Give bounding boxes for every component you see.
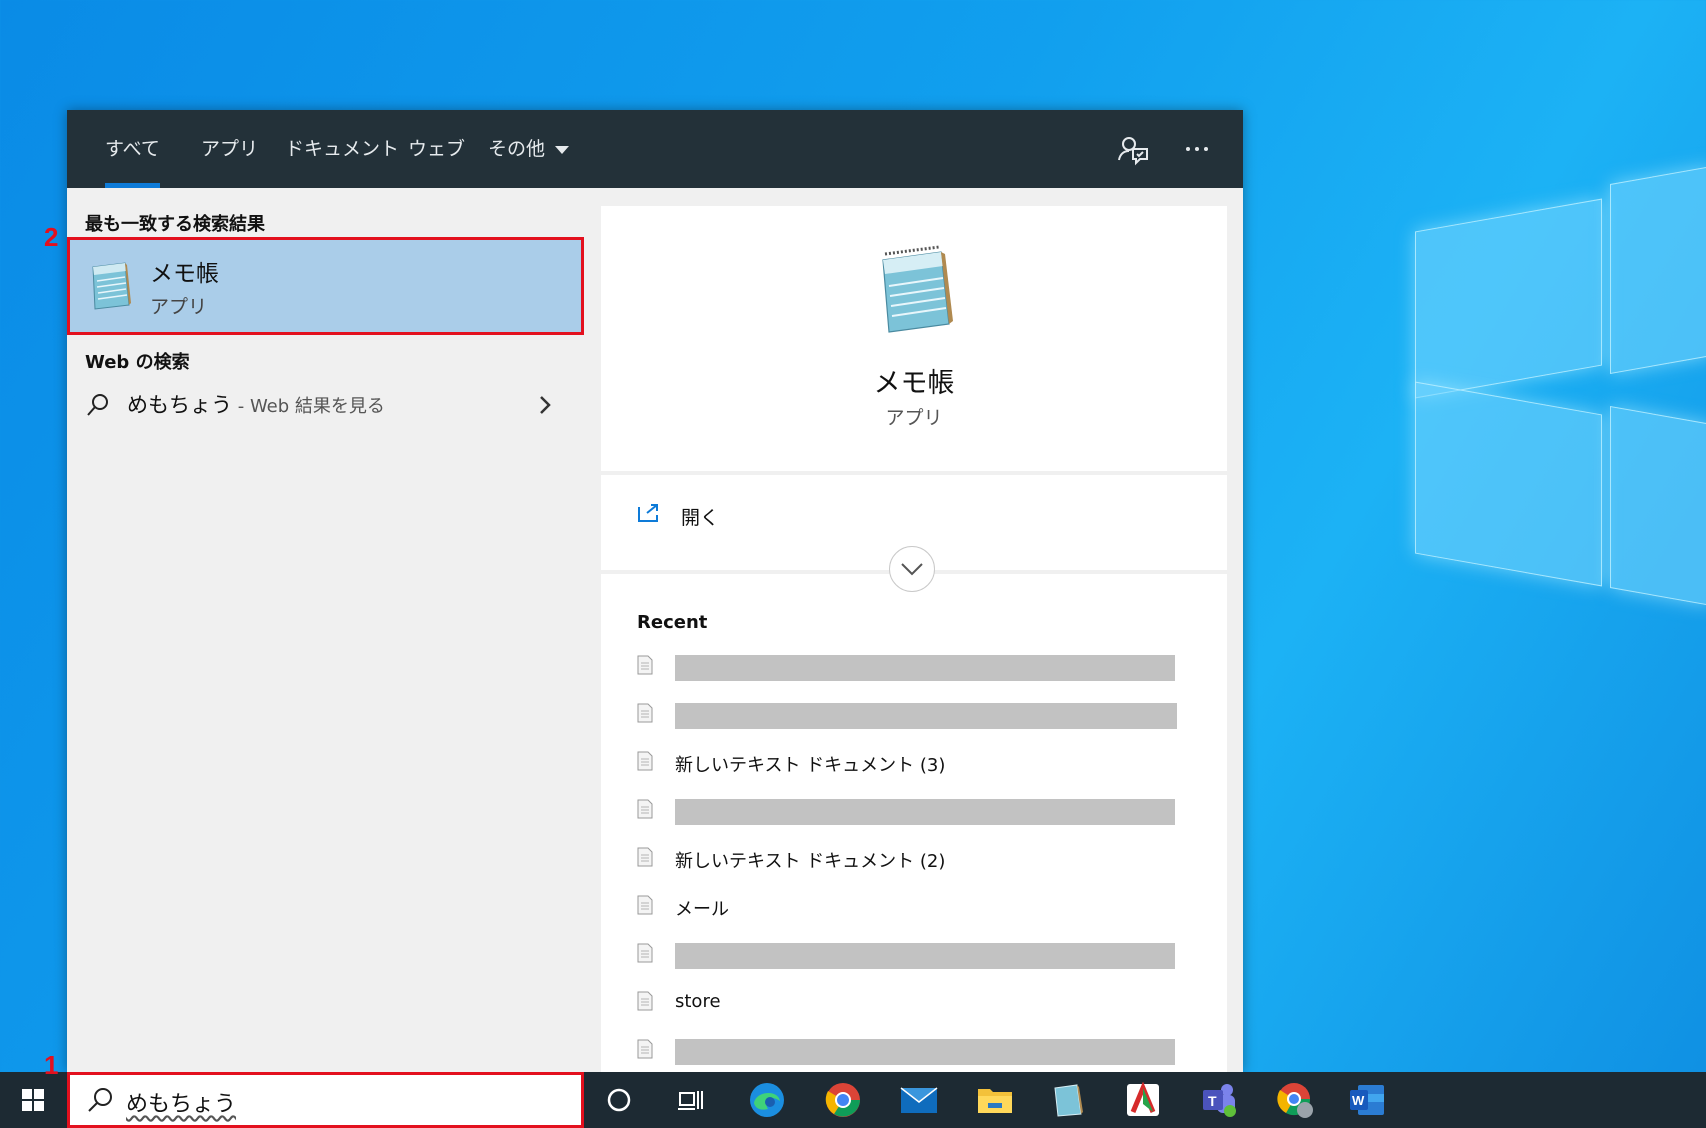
file-icon [637, 655, 653, 675]
web-query-text: めもちょう [127, 393, 232, 417]
recent-file-item[interactable] [637, 797, 1197, 827]
step-marker-1: 1 [44, 1050, 59, 1080]
chrome-profile-icon[interactable] [1262, 1072, 1328, 1128]
recent-file-name: メール [675, 899, 729, 920]
redacted-file-name [675, 655, 1175, 681]
file-icon [637, 847, 653, 867]
tab-more[interactable]: その他 [488, 110, 570, 188]
recent-file-name: store [675, 991, 721, 1012]
file-icon [637, 895, 653, 915]
teams-icon[interactable]: T [1186, 1072, 1252, 1128]
svg-text:W: W [1352, 1093, 1365, 1108]
preview-app-name: メモ帳 [873, 368, 955, 399]
file-icon [637, 1039, 653, 1059]
file-icon [637, 751, 653, 771]
open-label: 開く [681, 507, 720, 529]
step-marker-2: 2 [44, 222, 59, 252]
web-results-suffix: - Web 結果を見る [232, 396, 385, 417]
edge-icon[interactable] [734, 1072, 800, 1128]
app-preview-card: メモ帳 アプリ [601, 206, 1227, 471]
chevron-right-icon [540, 396, 551, 414]
web-search-heading: Web の検索 [85, 352, 190, 373]
redacted-file-name [675, 799, 1175, 825]
redacted-file-name [675, 1039, 1175, 1065]
redacted-file-name [675, 703, 1177, 729]
file-icon [637, 991, 653, 1011]
word-icon[interactable]: W [1334, 1072, 1400, 1128]
tab-web[interactable]: ウェブ [408, 110, 465, 188]
highlight-box-search [67, 1072, 584, 1128]
recent-heading: Recent [637, 612, 708, 633]
preview-app-type: アプリ [885, 407, 943, 429]
recent-file-item[interactable] [637, 941, 1197, 971]
search-filter-bar: すべて アプリ ドキュメント ウェブ その他 [67, 110, 1243, 188]
recent-file-name: 新しいテキスト ドキュメント (3) [675, 755, 946, 776]
recent-files-card: Recent 新しいテキスト ドキュメント (3) 新しいテキスト ドキュメント … [601, 574, 1227, 1072]
open-button[interactable]: 開く [631, 495, 931, 535]
file-icon [637, 943, 653, 963]
chevron-down-icon [901, 563, 923, 576]
best-match-heading: 最も一致する検索結果 [85, 214, 265, 235]
chevron-down-icon [555, 145, 570, 154]
recent-file-item[interactable] [637, 701, 1197, 731]
search-icon [87, 394, 108, 416]
notepad-large-icon [882, 245, 953, 333]
more-options-icon[interactable] [1180, 132, 1214, 166]
preview-pane: メモ帳 アプリ 開く Recent 新しいテキスト ドキュメント (3) 新しいテ… [601, 206, 1227, 1072]
chrome-icon[interactable] [810, 1072, 876, 1128]
highlight-box-best-match [67, 237, 584, 335]
recent-file-name: 新しいテキスト ドキュメント (2) [675, 851, 946, 872]
tab-documents[interactable]: ドキュメント [285, 110, 399, 188]
redacted-file-name [675, 943, 1175, 969]
recent-file-item[interactable]: store [637, 989, 1197, 1019]
file-icon [637, 799, 653, 819]
recent-file-item[interactable] [637, 653, 1197, 683]
task-view-icon[interactable] [658, 1072, 724, 1128]
file-icon [637, 703, 653, 723]
web-search-result[interactable]: めもちょう - Web 結果を見る [67, 376, 583, 432]
file-explorer-icon[interactable] [962, 1072, 1028, 1128]
recent-file-item[interactable]: 新しいテキスト ドキュメント (2) [637, 845, 1197, 875]
svg-text:T: T [1208, 1093, 1217, 1109]
cortana-icon[interactable] [586, 1072, 652, 1128]
open-icon [638, 504, 658, 522]
recent-file-item[interactable]: メール [637, 893, 1197, 923]
recent-file-item[interactable]: 新しいテキスト ドキュメント (3) [637, 749, 1197, 779]
wallpaper-windows-logo [1415, 166, 1706, 606]
tab-all[interactable]: すべて [105, 110, 160, 188]
mail-icon[interactable] [886, 1072, 952, 1128]
feedback-icon[interactable] [1116, 132, 1150, 166]
snipping-app-icon[interactable] [1110, 1072, 1176, 1128]
tab-apps[interactable]: アプリ [201, 110, 258, 188]
recent-file-item[interactable] [637, 1037, 1197, 1067]
notepad-icon[interactable] [1034, 1072, 1100, 1128]
expand-button[interactable] [889, 546, 935, 592]
